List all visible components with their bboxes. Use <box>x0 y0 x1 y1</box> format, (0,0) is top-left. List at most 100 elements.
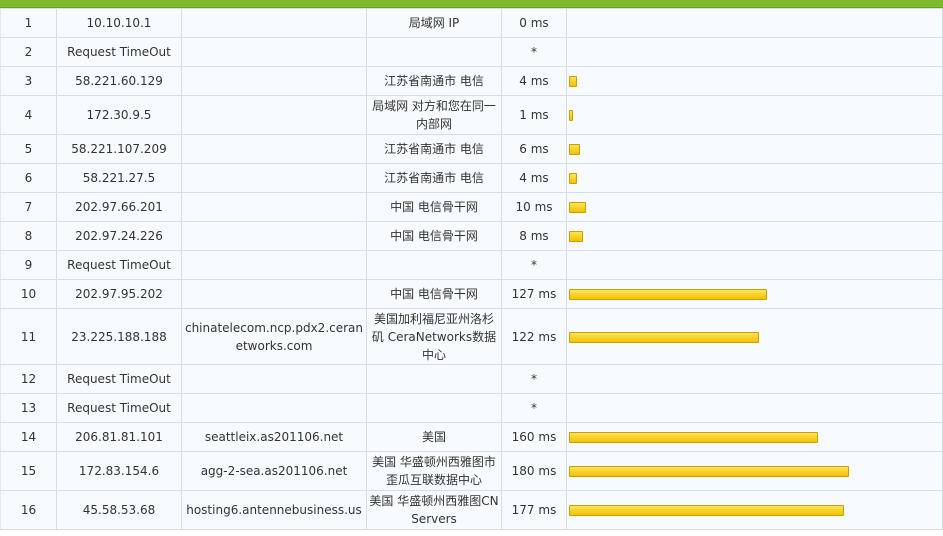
hop-cell: 16 <box>0 490 57 530</box>
hostname-cell: agg-2-sea.as201106.net <box>181 451 367 491</box>
hostname-cell <box>181 37 367 67</box>
hostname-cell <box>181 279 367 309</box>
location-cell <box>366 393 502 423</box>
latency-bar <box>569 231 583 242</box>
latency-graph-cell <box>566 250 943 280</box>
latency-graph-cell <box>566 451 943 491</box>
table-row: 15 172.83.154.6 agg-2-sea.as201106.net 美国 华… <box>0 451 943 491</box>
hostname-cell <box>181 250 367 280</box>
response-time-cell: * <box>501 364 567 394</box>
hop-cell: 12 <box>0 364 57 394</box>
table-row: 14 206.81.81.101 seattleix.as201106.net 美国 1… <box>0 422 943 452</box>
response-time-cell: 10 ms <box>501 192 567 222</box>
hostname-cell <box>181 393 367 423</box>
latency-graph-cell <box>566 95 943 135</box>
location-cell <box>366 37 502 67</box>
hop-cell: 1 <box>0 8 57 38</box>
hostname-cell <box>181 66 367 96</box>
location-cell: 美国 <box>366 422 502 452</box>
table-row: 10 202.97.95.202 中国 电信骨干网 127 ms <box>0 279 943 309</box>
response-time-cell: 4 ms <box>501 163 567 193</box>
table-row: 8 202.97.24.226 中国 电信骨干网 8 ms <box>0 221 943 251</box>
latency-bar <box>569 331 759 343</box>
latency-graph-cell <box>566 134 943 164</box>
table-row: 12 Request TimeOut * <box>0 364 943 394</box>
response-time-cell: 122 ms <box>501 308 567 365</box>
location-cell: 局域网 对方和您在同一内部网 <box>366 95 502 135</box>
hostname-cell <box>181 95 367 135</box>
location-cell <box>366 364 502 394</box>
response-time-cell: 127 ms <box>501 279 567 309</box>
latency-graph-cell <box>566 279 943 309</box>
ip-cell: 10.10.10.1 <box>56 8 182 38</box>
ip-cell: 206.81.81.101 <box>56 422 182 452</box>
ip-cell: Request TimeOut <box>56 393 182 423</box>
location-cell: 局域网 IP <box>366 8 502 38</box>
hop-cell: 13 <box>0 393 57 423</box>
response-time-cell: 180 ms <box>501 451 567 491</box>
hostname-cell: hosting6.antennebusiness.us <box>181 490 367 530</box>
ip-cell: 58.221.27.5 <box>56 163 182 193</box>
latency-graph-cell <box>566 308 943 365</box>
latency-bar <box>569 289 767 300</box>
location-cell: 中国 电信骨干网 <box>366 192 502 222</box>
location-cell: 江苏省南通市 电信 <box>366 134 502 164</box>
table-row: 1 10.10.10.1 局域网 IP 0 ms <box>0 8 943 38</box>
hostname-cell <box>181 163 367 193</box>
hostname-cell: chinatelecom.ncp.pdx2.ceranetworks.com <box>181 308 367 365</box>
hop-cell: 15 <box>0 451 57 491</box>
ip-cell: 202.97.24.226 <box>56 221 182 251</box>
table-row: 6 58.221.27.5 江苏省南通市 电信 4 ms <box>0 163 943 193</box>
hop-cell: 7 <box>0 192 57 222</box>
location-cell: 江苏省南通市 电信 <box>366 66 502 96</box>
latency-graph-cell <box>566 192 943 222</box>
latency-graph-cell <box>566 8 943 38</box>
latency-graph-cell <box>566 221 943 251</box>
table-row: 5 58.221.107.209 江苏省南通市 电信 6 ms <box>0 134 943 164</box>
hop-cell: 5 <box>0 134 57 164</box>
latency-bar <box>569 466 849 477</box>
latency-graph-cell <box>566 490 943 530</box>
table-row: 13 Request TimeOut * <box>0 393 943 423</box>
table-row: 7 202.97.66.201 中国 电信骨干网 10 ms <box>0 192 943 222</box>
latency-bar <box>569 76 577 87</box>
response-time-cell: 6 ms <box>501 134 567 164</box>
traceroute-rows: 1 10.10.10.1 局域网 IP 0 ms 2 Request TimeOut * 3 5… <box>0 8 943 530</box>
ip-cell: 202.97.66.201 <box>56 192 182 222</box>
latency-bar <box>569 202 586 213</box>
hostname-cell <box>181 134 367 164</box>
response-time-cell: 160 ms <box>501 422 567 452</box>
location-cell <box>366 250 502 280</box>
latency-graph-cell <box>566 37 943 67</box>
table-row: 2 Request TimeOut * <box>0 37 943 67</box>
table-header-bar <box>0 0 943 8</box>
latency-bar <box>569 110 573 121</box>
latency-bar <box>569 505 844 516</box>
ip-cell: Request TimeOut <box>56 364 182 394</box>
latency-bar <box>569 173 577 184</box>
ip-cell: 172.83.154.6 <box>56 451 182 491</box>
table-row: 11 23.225.188.188 chinatelecom.ncp.pdx2.ce… <box>0 308 943 365</box>
hop-cell: 8 <box>0 221 57 251</box>
latency-bar <box>569 432 818 443</box>
hostname-cell <box>181 221 367 251</box>
latency-graph-cell <box>566 422 943 452</box>
ip-cell: 23.225.188.188 <box>56 308 182 365</box>
latency-graph-cell <box>566 364 943 394</box>
hop-cell: 10 <box>0 279 57 309</box>
response-time-cell: 8 ms <box>501 221 567 251</box>
latency-graph-cell <box>566 393 943 423</box>
ip-cell: 172.30.9.5 <box>56 95 182 135</box>
hop-cell: 3 <box>0 66 57 96</box>
hostname-cell <box>181 8 367 38</box>
hop-cell: 4 <box>0 95 57 135</box>
ip-cell: 202.97.95.202 <box>56 279 182 309</box>
location-cell: 江苏省南通市 电信 <box>366 163 502 193</box>
hostname-cell <box>181 192 367 222</box>
location-cell: 中国 电信骨干网 <box>366 221 502 251</box>
latency-graph-cell <box>566 163 943 193</box>
hop-cell: 2 <box>0 37 57 67</box>
hop-cell: 14 <box>0 422 57 452</box>
hop-cell: 11 <box>0 308 57 365</box>
ip-cell: 58.221.60.129 <box>56 66 182 96</box>
